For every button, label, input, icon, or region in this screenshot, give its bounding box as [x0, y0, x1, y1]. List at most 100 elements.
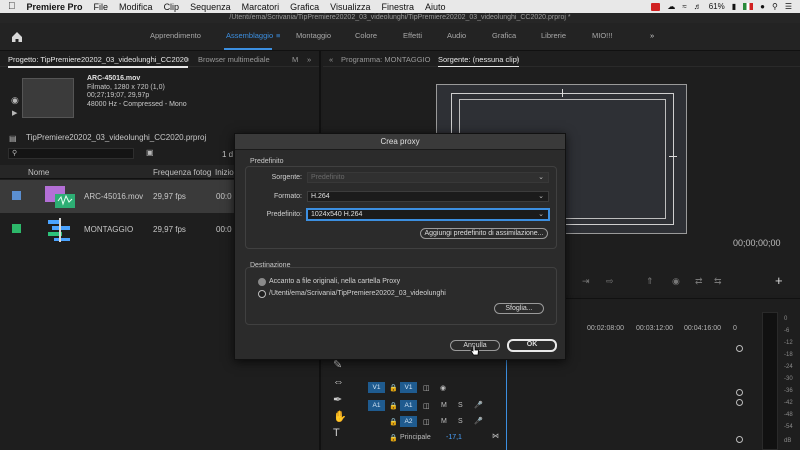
user-icon[interactable]: ● [760, 2, 765, 11]
row-name: ARC-45016.mov [84, 192, 144, 201]
browse-button[interactable]: Sfoglia... [494, 303, 544, 314]
menu-clip[interactable]: Clip [164, 2, 180, 12]
menu-grafica[interactable]: Grafica [290, 2, 319, 12]
menu-file[interactable]: File [94, 2, 109, 12]
source-value: Predefinito [311, 174, 345, 181]
radio-next-to-original[interactable] [258, 278, 266, 286]
sync-lock-icon[interactable]: ◫ [423, 418, 430, 426]
button-editor-icon[interactable]: ⇄ [695, 276, 703, 287]
format-select[interactable]: H.264 ⌄ [307, 191, 549, 202]
workspace-mio[interactable]: MIO!!! [592, 31, 612, 40]
lock-icon[interactable]: 🔒 [389, 384, 398, 392]
more-tabs-icon[interactable]: » [307, 55, 311, 64]
play-icon[interactable]: ▶ [12, 109, 17, 117]
hand-tool-icon[interactable]: ✋ [333, 410, 347, 423]
add-ingest-preset-button[interactable]: Aggiungi predefinito di assimilazione... [420, 228, 548, 239]
menu-sequenza[interactable]: Sequenza [190, 2, 231, 12]
export-frame-icon[interactable]: ◉ [672, 276, 680, 287]
workspace-grafica[interactable]: Grafica [492, 31, 516, 40]
mic-icon[interactable]: 🎤 [474, 417, 483, 425]
eye-icon[interactable]: ◉ [440, 384, 446, 392]
home-icon[interactable] [10, 30, 24, 44]
battery-icon[interactable]: ▮ [732, 2, 736, 11]
column-frequenza[interactable]: Frequenza fotog [153, 168, 211, 177]
menu-app[interactable]: Premiere Pro [27, 2, 83, 12]
slip-tool-icon[interactable]: ⇔ [333, 376, 344, 388]
wifi-icon[interactable]: ≈ [682, 2, 686, 11]
track-source-a1[interactable]: A1 [368, 400, 385, 411]
menu-visualizza[interactable]: Visualizza [330, 2, 370, 12]
scroll-knob[interactable] [736, 399, 743, 406]
label-color-chip[interactable] [12, 224, 21, 233]
track-target-a1[interactable]: A1 [400, 400, 417, 411]
volume-icon[interactable]: ♬ [694, 2, 702, 11]
preset-select[interactable]: 1024x540 H.264 ⌄ [307, 209, 549, 220]
scroll-knob[interactable] [736, 436, 743, 443]
mic-icon[interactable]: 🎤 [474, 401, 483, 409]
mix-track-label: Principale [400, 434, 431, 441]
search-icon[interactable]: ⚲ [772, 2, 778, 11]
track-source-v1[interactable]: V1 [368, 382, 385, 393]
lock-icon[interactable]: 🔒 [389, 418, 398, 426]
workspace-colore[interactable]: Colore [355, 31, 377, 40]
lock-icon[interactable]: 🔒 [389, 402, 398, 410]
loop-icon[interactable]: ⇆ [714, 276, 722, 287]
insert-icon[interactable]: ⇥ [582, 276, 590, 287]
type-tool-icon[interactable]: T [333, 427, 340, 439]
new-bin-icon[interactable]: ▣ [146, 148, 154, 157]
workspace-librerie[interactable]: Librerie [541, 31, 566, 40]
track-target-a2[interactable]: A2 [400, 416, 417, 427]
ruler-tick: 00:04:16:00 [684, 325, 721, 332]
menu-marcatori[interactable]: Marcatori [242, 2, 280, 12]
tab-browser-multimediale[interactable]: Browser multimediale [198, 55, 270, 64]
workspace-audio[interactable]: Audio [447, 31, 466, 40]
mute-button[interactable]: M [441, 402, 447, 409]
sync-lock-icon[interactable]: ◫ [423, 384, 430, 392]
creative-cloud-icon[interactable]: ☁ [667, 2, 675, 11]
workspace-apprendimento[interactable]: Apprendimento [150, 31, 201, 40]
mute-button[interactable]: M [441, 418, 447, 425]
tab-hamburger-icon[interactable]: ≡ [185, 55, 189, 64]
tab-m[interactable]: M [292, 55, 298, 64]
mix-volume-value[interactable]: -17,1 [446, 434, 462, 441]
label-color-chip[interactable] [12, 191, 21, 200]
meter-tick: -30 [784, 376, 793, 382]
menu-aiuto[interactable]: Aiuto [425, 2, 446, 12]
column-inizio[interactable]: Inizio [215, 168, 234, 177]
more-panels-icon[interactable]: « [329, 55, 333, 64]
meter-tick: -24 [784, 364, 793, 370]
notification-icon[interactable]: ☰ [785, 2, 792, 11]
add-button-icon[interactable]: + [775, 273, 783, 288]
tab-sorgente[interactable]: Sorgente: (nessuna clip) [438, 55, 520, 68]
workspace-assemblaggio[interactable]: Assemblaggio [226, 31, 273, 40]
lift-icon[interactable]: ⇑ [646, 276, 654, 287]
overwrite-icon[interactable]: ⇨ [606, 276, 614, 287]
tab-programma[interactable]: Programma: MONTAGGIO [341, 55, 430, 64]
mix-nav-icon[interactable]: ⋈ [492, 432, 499, 440]
lock-icon[interactable]: 🔒 [389, 434, 398, 442]
menu-finestra[interactable]: Finestra [382, 2, 415, 12]
pen-tool-icon[interactable]: ✒ [333, 393, 342, 406]
tab-progetto[interactable]: Progetto: TipPremiere20202_03_videolungh… [8, 55, 189, 68]
solo-button[interactable]: S [458, 402, 463, 409]
ruler-tick: 0 [733, 325, 737, 332]
more-workspaces-icon[interactable]: » [650, 31, 654, 40]
scroll-knob[interactable] [736, 345, 743, 352]
camera-icon[interactable]: ◉ [11, 95, 19, 106]
workspace-montaggio[interactable]: Montaggio [296, 31, 331, 40]
menu-modifica[interactable]: Modifica [119, 2, 153, 12]
flag-icon[interactable] [743, 3, 754, 10]
scroll-knob[interactable] [736, 389, 743, 396]
ok-button[interactable]: OK [507, 339, 557, 352]
solo-button[interactable]: S [458, 418, 463, 425]
radio-custom-path[interactable] [258, 290, 266, 298]
column-nome[interactable]: Nome [28, 168, 49, 177]
tray-app-icon[interactable] [651, 2, 661, 11]
workspace-effetti[interactable]: Effetti [403, 31, 422, 40]
workspace-menu-icon[interactable]: ≡ [276, 31, 280, 40]
sync-lock-icon[interactable]: ◫ [423, 402, 430, 410]
search-input[interactable]: ⚲ [8, 148, 134, 159]
source-menu-icon[interactable]: ≡ [515, 55, 519, 64]
track-target-v1[interactable]: V1 [400, 382, 417, 393]
apple-icon[interactable]:  [8, 1, 16, 12]
